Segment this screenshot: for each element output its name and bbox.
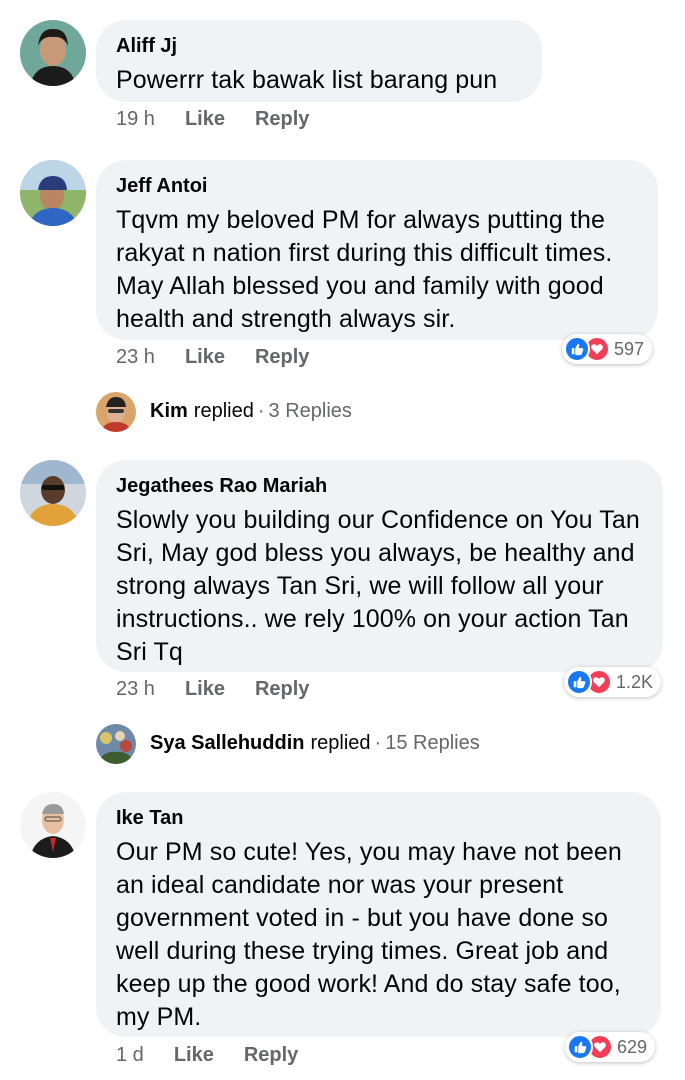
comment-time[interactable]: 23 h bbox=[116, 678, 155, 701]
comment-time[interactable]: 19 h bbox=[116, 108, 155, 131]
like-button[interactable]: Like bbox=[185, 108, 225, 131]
replier-name: Kim bbox=[150, 400, 188, 422]
view-replies-link[interactable]: Kim replied · 3 Replies bbox=[150, 400, 352, 423]
thumbs-up-icon bbox=[566, 669, 592, 695]
comment-author[interactable]: Jeff Antoi bbox=[116, 174, 638, 198]
comment-meta: 1 d Like Reply bbox=[116, 1044, 328, 1067]
comment-bubble: Jegathees Rao Mariah Slowly you building… bbox=[96, 460, 663, 672]
comment-time[interactable]: 1 d bbox=[116, 1044, 144, 1067]
reaction-count: 597 bbox=[614, 338, 645, 359]
comment-text: Tqvm my beloved PM for always putting th… bbox=[116, 206, 613, 333]
comment-meta: 23 h Like Reply bbox=[116, 678, 339, 701]
comment-author[interactable]: Ike Tan bbox=[116, 806, 641, 830]
comment-meta: 23 h Like Reply bbox=[116, 346, 339, 369]
avatar-jeff[interactable] bbox=[20, 160, 86, 226]
reply-count: 15 Replies bbox=[385, 732, 480, 754]
avatar-sya[interactable] bbox=[96, 724, 136, 764]
like-button[interactable]: Like bbox=[174, 1044, 214, 1067]
replied-label: replied bbox=[193, 400, 254, 422]
like-button[interactable]: Like bbox=[185, 346, 225, 369]
comment-meta: 19 h Like Reply bbox=[116, 108, 339, 131]
thumbs-up-icon bbox=[567, 1034, 593, 1060]
reaction-summary[interactable]: 629 bbox=[565, 1032, 656, 1062]
like-button[interactable]: Like bbox=[185, 678, 225, 701]
reaction-summary[interactable]: 597 bbox=[562, 334, 653, 364]
comment-bubble: Ike Tan Our PM so cute! Yes, you may hav… bbox=[96, 792, 661, 1037]
avatar-aliff[interactable] bbox=[20, 20, 86, 86]
comment-text: Slowly you building our Confidence on Yo… bbox=[116, 506, 640, 666]
reply-button[interactable]: Reply bbox=[255, 678, 309, 701]
comment-author[interactable]: Aliff Jj bbox=[116, 34, 522, 58]
reaction-summary[interactable]: 1.2K bbox=[564, 667, 662, 697]
view-replies-link[interactable]: Sya Sallehuddin replied · 15 Replies bbox=[150, 732, 480, 755]
reply-button[interactable]: Reply bbox=[255, 108, 309, 131]
comment-text: Powerrr tak bawak list barang pun bbox=[116, 66, 498, 94]
avatar-kim[interactable] bbox=[96, 392, 136, 432]
comment-time[interactable]: 23 h bbox=[116, 346, 155, 369]
reaction-count: 1.2K bbox=[616, 671, 654, 692]
reaction-count: 629 bbox=[617, 1036, 648, 1057]
replier-name: Sya Sallehuddin bbox=[150, 732, 305, 754]
reply-count: 3 Replies bbox=[268, 400, 352, 422]
comment-text: Our PM so cute! Yes, you may have not be… bbox=[116, 838, 622, 1031]
avatar-jegathees[interactable] bbox=[20, 460, 86, 526]
replied-label: replied bbox=[310, 732, 371, 754]
comment-bubble: Jeff Antoi Tqvm my beloved PM for always… bbox=[96, 160, 658, 340]
thumbs-up-icon bbox=[564, 336, 590, 362]
reply-button[interactable]: Reply bbox=[255, 346, 309, 369]
comment-author[interactable]: Jegathees Rao Mariah bbox=[116, 474, 643, 498]
reply-button[interactable]: Reply bbox=[244, 1044, 298, 1067]
avatar-ike[interactable] bbox=[20, 792, 86, 858]
comment-bubble: Aliff Jj Powerrr tak bawak list barang p… bbox=[96, 20, 542, 102]
